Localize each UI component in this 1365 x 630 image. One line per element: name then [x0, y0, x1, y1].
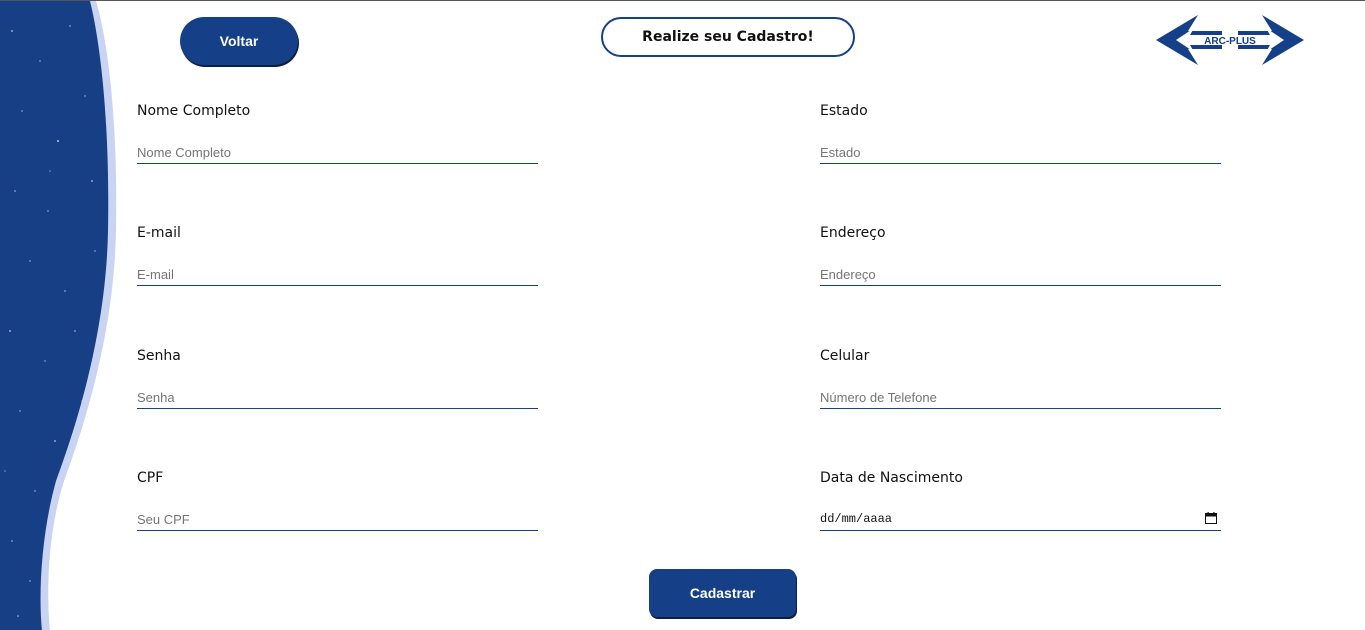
calendar-icon[interactable]: [1205, 512, 1217, 524]
arc-plus-logo: ARC-PLUS: [1156, 15, 1304, 65]
back-button[interactable]: Voltar: [180, 17, 298, 65]
field-address: Endereço: [820, 223, 1221, 286]
address-input[interactable]: [820, 264, 1221, 286]
starry-side-decoration: [0, 1, 117, 630]
field-email: E-mail: [137, 223, 538, 286]
email-label: E-mail: [137, 225, 181, 241]
email-input[interactable]: [137, 264, 538, 286]
state-input[interactable]: [820, 142, 1221, 164]
field-state: Estado: [820, 101, 1221, 164]
address-label: Endereço: [820, 225, 886, 241]
field-phone: Celular: [820, 346, 1221, 409]
state-label: Estado: [820, 103, 868, 119]
phone-label: Celular: [820, 348, 870, 364]
cpf-label: CPF: [137, 470, 164, 486]
full-name-label: Nome Completo: [137, 103, 251, 119]
password-input[interactable]: [137, 387, 538, 409]
birth-date-placeholder: dd/mm/aaaa: [820, 512, 893, 526]
field-password: Senha: [137, 346, 538, 409]
registration-page: Voltar Realize seu Cadastro! ARC-PLUS No…: [0, 0, 1365, 630]
field-birth-date: Data de Nascimento dd/mm/aaaa: [820, 468, 1221, 531]
logo-text: ARC-PLUS: [1204, 36, 1256, 47]
field-cpf: CPF: [137, 468, 538, 531]
phone-input[interactable]: [820, 387, 1221, 409]
full-name-input[interactable]: [137, 142, 538, 164]
field-full-name: Nome Completo: [137, 101, 538, 164]
password-label: Senha: [137, 348, 181, 364]
cpf-input[interactable]: [137, 509, 538, 531]
birth-date-label: Data de Nascimento: [820, 470, 963, 486]
register-button[interactable]: Cadastrar: [649, 569, 796, 617]
page-title: Realize seu Cadastro!: [601, 17, 855, 57]
birth-date-input[interactable]: dd/mm/aaaa: [820, 509, 1221, 531]
